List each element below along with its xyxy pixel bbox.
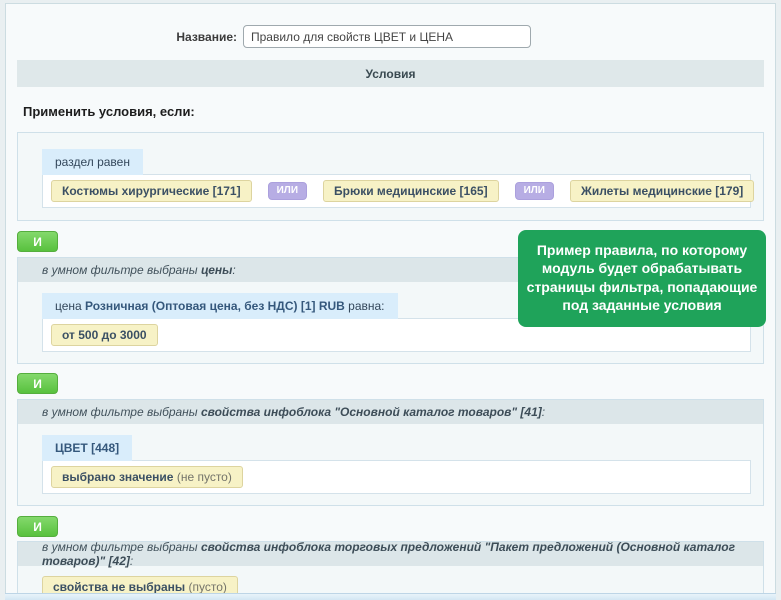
or-badge[interactable]: ИЛИ [268,182,307,200]
section-value-chip[interactable]: Жилеты медицинские [179] [570,180,754,202]
catalog-props-body: ЦВЕТ [448] выбрано значение (не пусто) [18,424,763,505]
color-chip-note: (не пусто) [173,470,231,484]
prices-header-text: в умном фильтре выбраны цены: [42,263,236,277]
condition-group-section-body: раздел равен Костюмы хирургические [171]… [18,133,763,220]
price-range-chip[interactable]: от 500 до 3000 [51,324,158,346]
section-value-chip[interactable]: Брюки медицинские [165] [323,180,499,202]
price-tab-name: Розничная (Оптовая цена, без НДС) [1] RU… [85,299,345,313]
condition-group-section: раздел равен Костюмы хирургические [171]… [17,132,764,221]
offer-props-header-prefix: в умном фильтре выбраны [42,540,201,554]
section-tab-operator: равен [97,155,130,169]
apply-conditions-heading: Применить условия, если: [23,104,775,119]
rule-name-label: Название: [6,30,243,44]
conditions-section-title: Условия [366,67,416,81]
offer-props-chip-note: (пусто) [185,580,227,594]
or-badge[interactable]: ИЛИ [515,182,554,200]
condition-group-catalog-props: в умном фильтре выбраны свойства инфобло… [17,399,764,506]
next-panel-edge [5,593,776,600]
example-rule-tooltip: Пример правила, по которому модуль будет… [518,230,766,327]
conditions-section-bar: Условия [17,60,764,87]
color-property-tab[interactable]: ЦВЕТ [448] [42,435,132,461]
color-chip-text: выбрано значение [62,470,173,484]
prices-header-bold: цены [201,263,232,277]
color-value-chip[interactable]: выбрано значение (не пусто) [51,466,243,488]
price-condition-tab[interactable]: цена Розничная (Оптовая цена, без НДС) [… [42,293,398,319]
offer-props-header-suffix: : [130,554,133,568]
and-button[interactable]: И [17,231,58,252]
offer-props-chip-text: свойства не выбраны [53,580,185,594]
offer-props-header: в умном фильтре выбраны свойства инфобло… [18,542,763,566]
section-condition-tab[interactable]: раздел равен [42,149,143,175]
condition-group-offer-props: в умном фильтре выбраны свойства инфобло… [17,541,764,600]
price-tab-prefix: цена [55,299,85,313]
prices-header-prefix: в умном фильтре выбраны [42,263,201,277]
price-tab-operator: равна: [345,299,385,313]
catalog-props-header-text: в умном фильтре выбраны свойства инфобло… [42,405,545,419]
color-property-panel: выбрано значение (не пусто) [42,460,751,494]
section-values-panel: Костюмы хирургические [171] ИЛИ Брюки ме… [42,174,751,208]
and-button[interactable]: И [17,373,58,394]
catalog-props-header-prefix: в умном фильтре выбраны [42,405,201,419]
catalog-props-header-suffix: : [542,405,545,419]
section-tab-prefix: раздел [55,155,97,169]
section-chips-row: Костюмы хирургические [171] ИЛИ Брюки ме… [51,180,754,202]
color-property-tab-label: ЦВЕТ [448] [55,441,119,455]
catalog-props-header: в умном фильтре выбраны свойства инфобло… [18,400,763,424]
prices-header-suffix: : [232,263,235,277]
rule-editor-page: Название: Условия Применить условия, есл… [0,0,781,600]
section-value-chip[interactable]: Костюмы хирургические [171] [51,180,252,202]
and-button[interactable]: И [17,516,58,537]
rule-name-row: Название: [6,25,775,48]
offer-props-header-text: в умном фильтре выбраны свойства инфобло… [42,540,763,568]
catalog-props-header-bold: свойства инфоблока "Основной каталог тов… [201,405,542,419]
rule-name-input[interactable] [243,25,531,48]
